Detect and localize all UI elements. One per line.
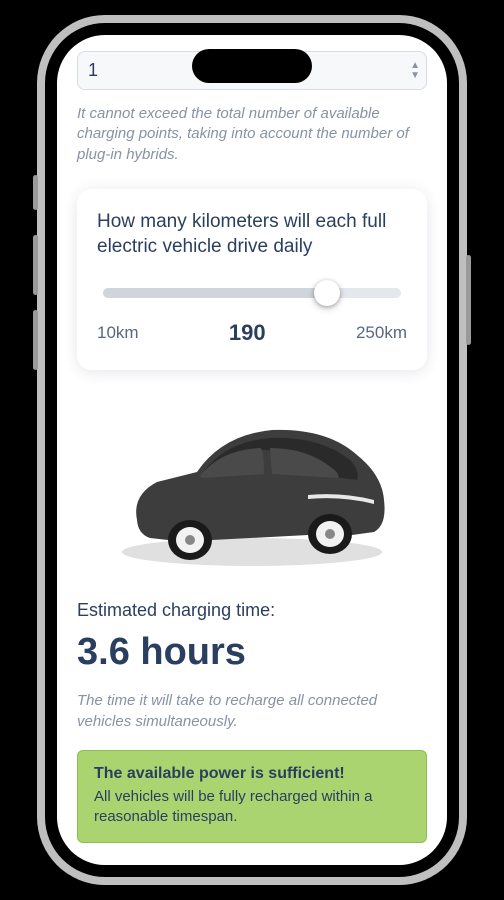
number-stepper[interactable]: ▲ ▼	[410, 62, 420, 80]
slider-min-label: 10km	[97, 323, 139, 343]
input-hint-text: It cannot exceed the total number of ava…	[77, 104, 427, 165]
phone-side-button	[33, 235, 38, 295]
result-value: 3.6 hours	[77, 631, 427, 674]
slider-card: How many kilometers will each full elect…	[77, 189, 427, 370]
result-caption: The time it will take to recharge all co…	[77, 690, 427, 732]
stepper-up-icon[interactable]: ▲	[410, 62, 420, 70]
slider-thumb[interactable]	[314, 280, 340, 306]
phone-inner-frame: 1 ▲ ▼ It cannot exceed the total number …	[45, 23, 459, 877]
distance-slider[interactable]	[103, 288, 401, 298]
slider-labels: 10km 190 250km	[97, 320, 407, 346]
slider-value: 190	[229, 320, 266, 346]
success-body: All vehicles will be fully recharged wit…	[94, 787, 410, 828]
car-icon	[102, 400, 402, 570]
phone-frame: 1 ▲ ▼ It cannot exceed the total number …	[37, 15, 467, 885]
phone-side-button	[33, 310, 38, 370]
app-content: 1 ▲ ▼ It cannot exceed the total number …	[57, 35, 447, 865]
screen: 1 ▲ ▼ It cannot exceed the total number …	[57, 35, 447, 865]
phone-side-button	[466, 255, 471, 345]
success-title: The available power is sufficient!	[94, 765, 410, 783]
slider-max-label: 250km	[356, 323, 407, 343]
slider-question: How many kilometers will each full elect…	[97, 209, 407, 260]
phone-side-button	[33, 175, 38, 210]
car-illustration	[77, 400, 427, 570]
slider-fill	[103, 288, 327, 298]
vehicle-count-value: 1	[88, 60, 98, 80]
dynamic-island	[192, 49, 312, 83]
success-alert: The available power is sufficient! All v…	[77, 750, 427, 843]
result-label: Estimated charging time:	[77, 600, 427, 621]
stepper-down-icon[interactable]: ▼	[410, 72, 420, 80]
